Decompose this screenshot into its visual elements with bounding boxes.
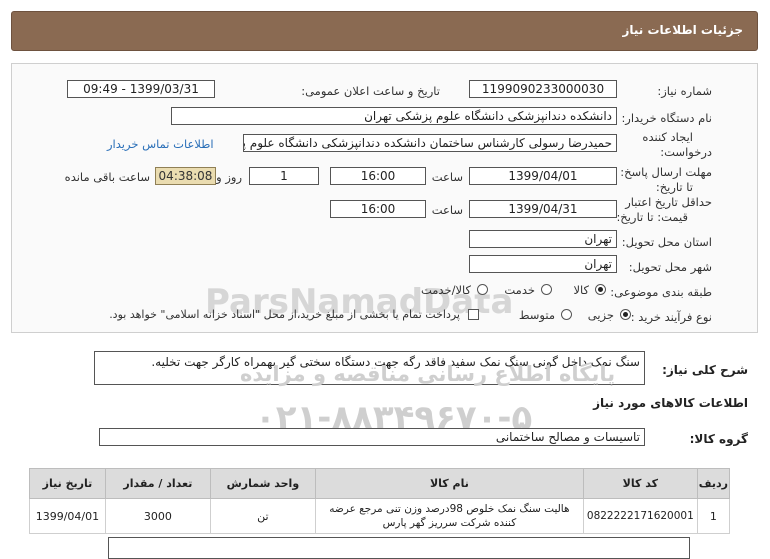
goods-group-label: گروه کالا: xyxy=(689,432,748,446)
col-qty: تعداد / مقدار xyxy=(104,468,211,499)
category-radio-goods-service[interactable] xyxy=(477,284,488,295)
deadline-time-label: ساعت xyxy=(431,170,463,184)
creator-label-line2: درخواست: xyxy=(660,145,712,159)
deadline-date-field: 1399/04/01 xyxy=(469,167,617,185)
col-row: ردیف xyxy=(696,468,731,499)
bottom-panel xyxy=(108,537,690,559)
need-number-label: شماره نیاز: xyxy=(657,84,712,98)
col-date: تاریخ نیاز xyxy=(29,468,106,499)
days-label: روز و xyxy=(216,170,242,184)
process-radio-medium[interactable] xyxy=(561,309,572,320)
col-name: نام کالا xyxy=(314,468,584,499)
validity-label-line2: قیمت: تا تاریخ: xyxy=(616,210,688,224)
process-option-medium: متوسط xyxy=(518,308,555,322)
validity-time-label: ساعت xyxy=(431,203,463,217)
category-radio-goods[interactable] xyxy=(595,284,606,295)
col-code: کد کالا xyxy=(582,468,698,499)
deadline-time-field: 16:00 xyxy=(330,167,426,185)
cell-qty: 3000 xyxy=(104,498,211,534)
time-remaining-label: ساعت باقی مانده xyxy=(64,170,150,184)
description-field: سنگ نمک داخل گونی سنگ نمک سفید فاقد رگه … xyxy=(94,351,645,385)
page-title: جزئیات اطلاعات نیاز xyxy=(622,23,743,37)
category-option-service: خدمت xyxy=(504,283,535,297)
days-remaining-field: 1 xyxy=(249,167,319,185)
city-label: شهر محل تحویل: xyxy=(628,260,712,274)
buyer-field: دانشکده دندانپزشکی دانشگاه علوم پزشکی ته… xyxy=(171,107,617,125)
time-remaining-field: 04:38:08 xyxy=(155,167,216,185)
need-number-field: 1199090233000030 xyxy=(469,80,617,98)
city-field: تهران xyxy=(469,255,617,273)
deadline-label-line1: مهلت ارسال پاسخ: xyxy=(620,165,712,179)
cell-code: 0822222171620001 xyxy=(582,498,698,534)
goods-table: ردیف کد کالا نام کالا واحد شمارش تعداد /… xyxy=(29,468,731,534)
process-option-minor: جزیی xyxy=(587,308,614,322)
creator-label-line1: ایجاد کننده xyxy=(642,130,693,144)
cell-date: 1399/04/01 xyxy=(29,498,106,534)
goods-section-title: اطلاعات کالاهای مورد نیاز xyxy=(593,396,748,410)
announce-label: تاریخ و ساعت اعلان عمومی: xyxy=(301,84,440,98)
province-label: استان محل تحویل: xyxy=(621,235,712,249)
validity-date-field: 1399/04/31 xyxy=(469,200,617,218)
goods-group-field: تاسیسات و مصالح ساختمانی xyxy=(99,428,645,446)
category-radio-service[interactable] xyxy=(541,284,552,295)
process-radio-minor[interactable] xyxy=(620,309,631,320)
validity-label-line1: حداقل تاریخ اعتبار xyxy=(625,195,712,209)
cell-row: 1 xyxy=(696,498,731,534)
buyer-label: نام دستگاه خریدار: xyxy=(621,111,712,125)
process-label: نوع فرآیند خرید : xyxy=(630,310,712,324)
category-option-goods: کالا xyxy=(573,283,589,297)
page-header: جزئیات اطلاعات نیاز xyxy=(11,11,758,51)
announce-field: 1399/03/31 - 09:49 xyxy=(67,80,215,98)
category-option-goods-service: کالا/خدمت xyxy=(420,283,471,297)
cell-name: هالیت سنگ نمک خلوص 98درصد وزن تنی مرجع ع… xyxy=(314,498,584,534)
description-label: شرح کلی نیاز: xyxy=(662,363,748,377)
treasury-payment-text: پرداخت تمام یا بخشی از مبلغ خرید،از محل … xyxy=(109,308,460,321)
treasury-payment-checkbox[interactable] xyxy=(468,309,479,320)
cell-unit: تن xyxy=(209,498,316,534)
category-label: طبقه بندی موضوعی: xyxy=(610,285,712,299)
goods-table-header: ردیف کد کالا نام کالا واحد شمارش تعداد /… xyxy=(29,468,731,499)
table-row: 1 0822222171620001 هالیت سنگ نمک خلوص 98… xyxy=(29,498,731,534)
col-unit: واحد شمارش xyxy=(209,468,316,499)
province-field: تهران xyxy=(469,230,617,248)
validity-time-field: 16:00 xyxy=(330,200,426,218)
creator-field: حمیدرضا رسولی کارشناس ساختمان دانشکده دن… xyxy=(243,134,617,152)
deadline-label-line2: تا تاریخ: xyxy=(655,180,693,194)
buyer-contact-link[interactable]: اطلاعات تماس خریدار xyxy=(107,137,214,151)
